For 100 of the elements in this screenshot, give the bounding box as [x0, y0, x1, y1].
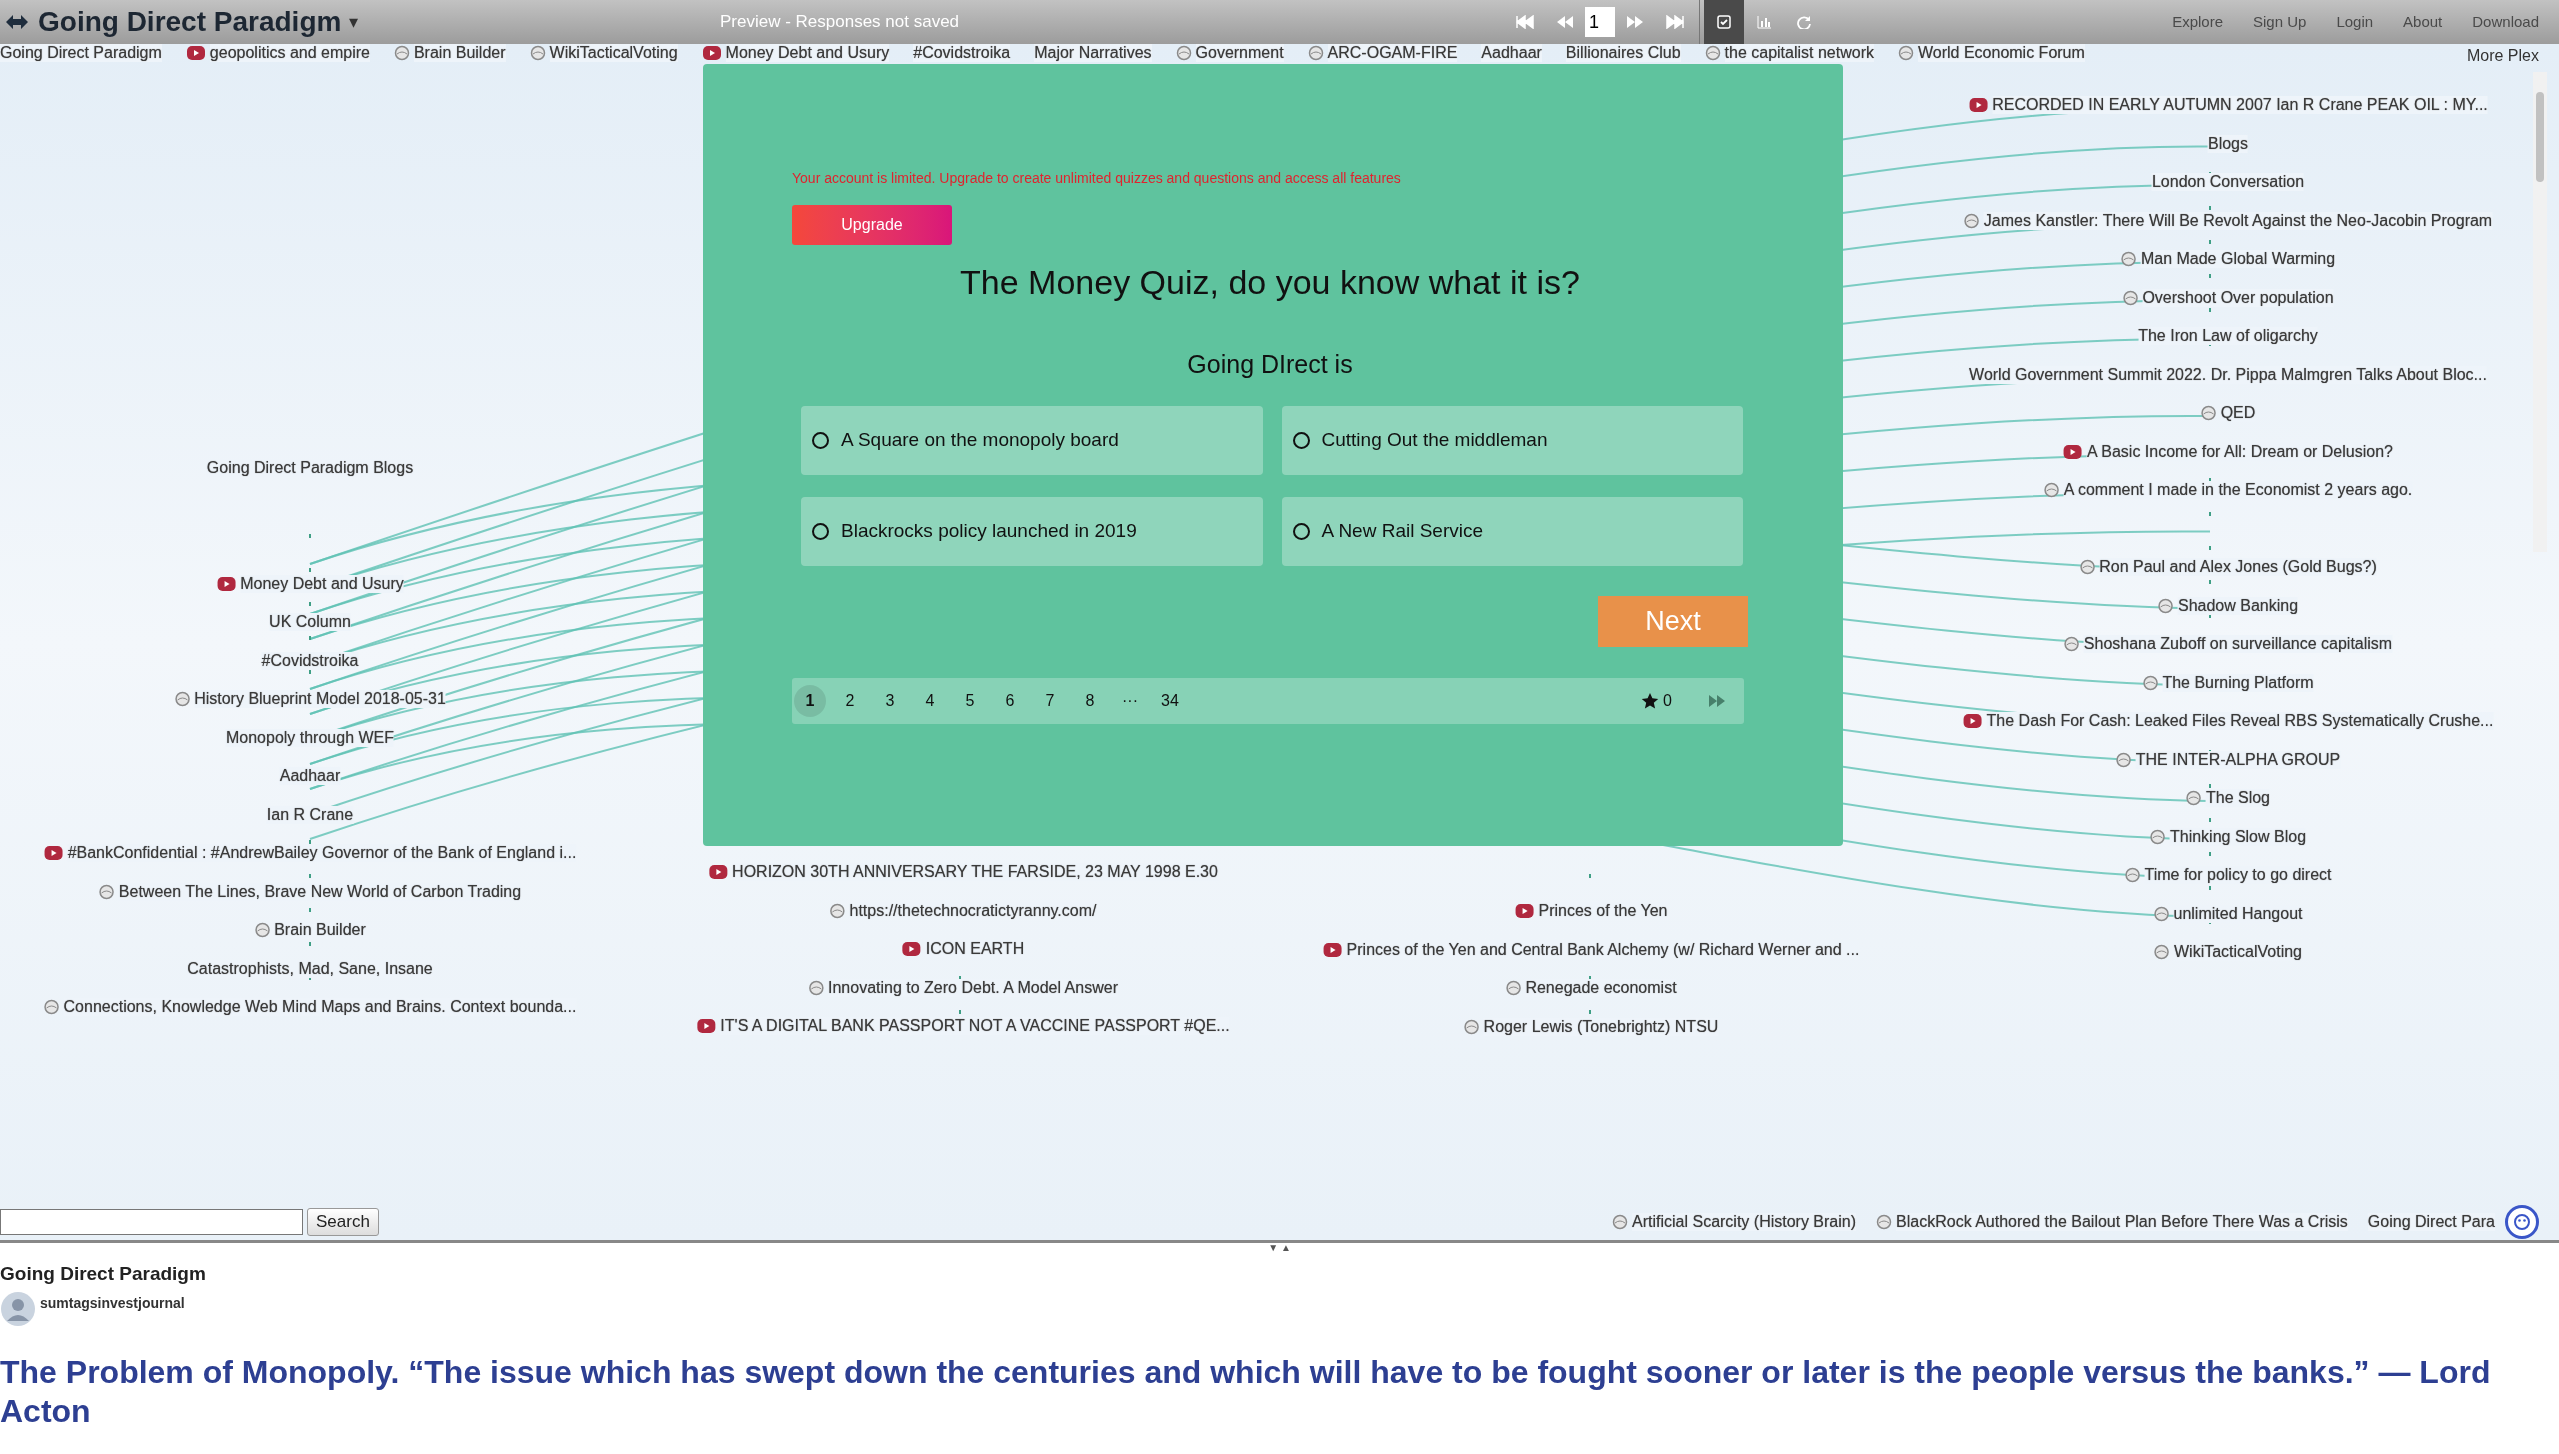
node-label[interactable]: Going Direct Paradigm: [0, 44, 162, 62]
node-label[interactable]: geopolitics and empire: [209, 44, 370, 62]
page-button[interactable]: 8: [1074, 684, 1106, 717]
radio-button[interactable]: [812, 431, 829, 449]
node-label[interactable]: Billionaires Club: [1565, 44, 1681, 62]
globe-icon: [1505, 980, 1522, 997]
node-label[interactable]: Overshoot Over population: [2142, 288, 2334, 307]
caret-icon[interactable]: ▾: [349, 8, 359, 36]
node-label[interactable]: Roger Lewis (Tonebrightz) NTSU: [1483, 1017, 1719, 1036]
node-label[interactable]: #Covidstroika: [913, 44, 1011, 62]
node-label[interactable]: the capitalist network: [1724, 44, 1874, 62]
node-label[interactable]: Ian R Crane: [266, 805, 354, 824]
radio-button[interactable]: [1292, 431, 1310, 449]
node-label[interactable]: The Slog: [2205, 789, 2270, 808]
page-button[interactable]: 6: [994, 684, 1026, 717]
node-label[interactable]: ARC-OGAM-FIRE: [1327, 44, 1458, 62]
node-label[interactable]: James Kanstler: There Will Be Revolt Against the Neo-Jacobin Program: [1983, 211, 2493, 230]
page-button[interactable]: 1: [794, 684, 826, 717]
node-label[interactable]: BlackRock Authored the Bailout Plan Before There Was a Crisis: [1896, 1213, 2348, 1231]
page-button[interactable]: 7: [1034, 684, 1066, 717]
search-button[interactable]: Search: [307, 1208, 379, 1236]
node-label[interactable]: Connections, Knowledge Web Mind Maps and Brains. Context bounda...: [63, 998, 577, 1017]
nav-link[interactable]: Sign Up: [2253, 10, 2307, 34]
node-label[interactable]: Aadhaar: [279, 767, 341, 786]
nav-link[interactable]: Explore: [2172, 10, 2223, 34]
node-label[interactable]: #BankConfidential : #AndrewBailey Governor of the Bank of England i...: [67, 844, 577, 863]
node-label[interactable]: IT'S A DIGITAL BANK PASSPORT NOT A VACCINE PASSPORT #QE...: [720, 1017, 1230, 1036]
chat-button[interactable]: [2505, 1205, 2539, 1239]
page-field[interactable]: 1: [1585, 7, 1615, 37]
node-label[interactable]: Time for policy to go direct: [2144, 866, 2332, 885]
page-button[interactable]: ···: [1114, 684, 1146, 717]
node-label[interactable]: QED: [2220, 404, 2256, 423]
checkbox-tool-button[interactable]: [1704, 0, 1744, 44]
node-label[interactable]: A Basic Income for All: Dream or Delusion?: [2087, 442, 2393, 461]
node-label[interactable]: The Burning Platform: [2162, 673, 2314, 692]
scrollbar[interactable]: [2533, 72, 2547, 552]
page-button[interactable]: 3: [874, 684, 906, 717]
node-label[interactable]: Monopoly through WEF: [225, 728, 395, 747]
node-label[interactable]: London Conversation: [2151, 173, 2305, 192]
video-icon: [696, 1018, 717, 1035]
node-label[interactable]: UK Column: [269, 613, 351, 632]
search-field[interactable]: [0, 1209, 303, 1235]
smiley-icon: [2514, 1214, 2530, 1230]
node-label[interactable]: Blogs: [2208, 134, 2248, 153]
page-button[interactable]: 5: [954, 684, 986, 717]
radio-button[interactable]: [812, 522, 829, 540]
node-label[interactable]: WikiTacticalVoting: [549, 44, 678, 62]
node-label[interactable]: The Dash For Cash: Leaked Files Reveal RBS Systematically Crushe...: [1986, 712, 2494, 731]
node-label[interactable]: Government: [1195, 44, 1284, 62]
globe-icon: [1612, 1214, 1628, 1230]
node-label[interactable]: Money Debt and Usury: [725, 44, 890, 62]
answer-option[interactable]: A New Rail Service: [1281, 496, 1743, 566]
node-label[interactable]: Going Direct Paradigm Blogs: [206, 459, 414, 478]
node-label[interactable]: Brain Builder: [413, 44, 506, 62]
node-label[interactable]: unlimited Hangout: [2173, 904, 2303, 923]
globe-icon: [2120, 251, 2137, 268]
node-label[interactable]: Shadow Banking: [2177, 596, 2299, 615]
more-link[interactable]: More Plex: [2466, 44, 2539, 68]
answer-option[interactable]: Cutting Out the middleman: [1281, 405, 1743, 475]
node-label[interactable]: Going Direct Para: [2367, 1213, 2495, 1231]
author-name[interactable]: sumtagsinvestjournal: [40, 1292, 185, 1314]
globe-icon: [1175, 45, 1192, 61]
nav-link[interactable]: Login: [2336, 10, 2374, 34]
node-label[interactable]: Shoshana Zuboff on surveillance capitalism: [2083, 635, 2393, 654]
node-label[interactable]: Aadhaar: [1481, 44, 1542, 62]
node-label[interactable]: Man Made Global Warming: [2140, 250, 2336, 269]
node-label[interactable]: Money Debt and Usury: [240, 574, 404, 593]
node-label[interactable]: RECORDED IN EARLY AUTUMN 2007 Ian R Crane PEAK OIL : MY...: [1992, 96, 2488, 115]
node-label[interactable]: Between The Lines, Brave New World of Carbon Trading: [118, 882, 522, 901]
radio-button[interactable]: [1292, 522, 1310, 540]
node-label[interactable]: Catastrophists, Mad, Sane, Insane: [187, 959, 433, 978]
globe-icon: [2122, 289, 2139, 306]
nav-link[interactable]: Download: [2472, 10, 2539, 34]
node-label[interactable]: Ron Paul and Alex Jones (Gold Bugs?): [2099, 558, 2377, 577]
node-label[interactable]: Innovating to Zero Debt. A Model Answer: [828, 978, 1118, 997]
node-label[interactable]: https://thetechnocratictyranny.com/: [849, 901, 1097, 920]
node-label[interactable]: World Government Summit 2022. Dr. Pippa Malmgren Talks About Bloc...: [1969, 365, 2487, 384]
node-label[interactable]: Renegade economist: [1525, 979, 1677, 998]
node-label[interactable]: A comment I made in the Economist 2 years ago.: [2063, 481, 2413, 500]
page-button[interactable]: 4: [914, 684, 946, 717]
answer-option[interactable]: A Square on the monopoly board: [801, 405, 1263, 475]
page-button[interactable]: 34: [1154, 684, 1186, 717]
node-label[interactable]: Artificial Scarcity (History Brain): [1632, 1213, 1857, 1231]
splitter-arrows[interactable]: ▼ ▲: [1268, 1242, 1291, 1253]
app-title[interactable]: Going Direct Paradigm: [38, 1, 342, 43]
answer-option[interactable]: Blackrocks policy launched in 2019: [801, 496, 1263, 566]
node-label[interactable]: The Iron Law of oligarchy: [2138, 327, 2318, 346]
node-label[interactable]: Major Narratives: [1034, 44, 1152, 62]
node-label[interactable]: #Covidstroika: [261, 651, 359, 670]
page-button[interactable]: 2: [834, 684, 866, 717]
node-label[interactable]: History Blueprint Model 2018-05-31: [194, 690, 446, 709]
node-label[interactable]: HORIZON 30TH ANNIVERSARY THE FARSIDE, 23 MAY 1998 E.30: [732, 863, 1218, 882]
globe-icon: [43, 999, 60, 1016]
node-label[interactable]: WikiTacticalVoting: [2173, 943, 2302, 962]
node-label[interactable]: World Economic Forum: [1918, 44, 2085, 62]
skip-end-icon: [1665, 15, 1685, 29]
node-label[interactable]: Princes of the Yen and Central Bank Alchemy (w/ Richard Werner and ...: [1346, 940, 1860, 959]
upgrade-button[interactable]: Upgrade: [792, 205, 952, 245]
node-label[interactable]: Thinking Slow Blog: [2169, 827, 2307, 846]
nav-link[interactable]: About: [2403, 10, 2443, 34]
